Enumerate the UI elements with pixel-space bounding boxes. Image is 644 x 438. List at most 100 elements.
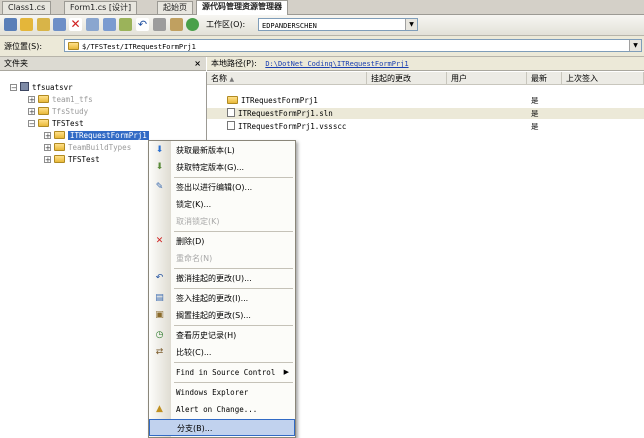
delete-tool-icon[interactable]: ✕ (69, 18, 82, 31)
expand-icon[interactable]: + (28, 96, 35, 104)
menu-item-label: 锁定(K)... (176, 200, 212, 209)
source-location-value: $/TFSTest/ITRequestFormPrj1 (82, 43, 196, 51)
get-latest-tool-icon[interactable] (53, 18, 66, 31)
alert-icon: ▲ (156, 404, 163, 414)
source-location-field[interactable]: $/TFSTest/ITRequestFormPrj1 ▼ (64, 39, 642, 52)
column-header-user[interactable]: 用户 (447, 72, 527, 85)
menu-separator (174, 288, 293, 289)
tab-label: Class1.cs (8, 3, 46, 12)
menu-item-unlock[interactable]: 取消锁定(K) (149, 213, 295, 230)
menu-item-undo-pending[interactable]: ↶ 撤消挂起的更改(U)... (149, 270, 295, 287)
menu-separator (174, 268, 293, 269)
context-menu: ⬇ 获取最新版本(L) ⬇ 获取特定版本(G)... ✎ 签出以进行编辑(O).… (148, 140, 296, 438)
delete-icon: ✕ (155, 236, 164, 246)
menu-item-label: 分支(B)... (177, 424, 213, 433)
solution-file-icon (227, 108, 235, 117)
shelve-tool-icon[interactable] (119, 18, 132, 31)
checkout-tool-icon[interactable] (86, 18, 99, 31)
menu-item-branch[interactable]: 分支(B)... (149, 419, 295, 436)
column-header-name[interactable]: 名称 ▲ (207, 72, 367, 85)
submenu-arrow-icon: ▶ (283, 368, 289, 376)
menu-item-label: Windows Explorer (176, 388, 249, 397)
server-icon (20, 82, 29, 91)
file-name: ITRequestFormPrj1 (241, 96, 318, 105)
column-header-latest[interactable]: 最新 (527, 72, 562, 85)
menu-item-label: Alert on Change... (176, 405, 258, 414)
tree-node-server[interactable]: tfsuatsvr (20, 82, 73, 93)
menu-item-checkin-pending[interactable]: ▤ 签入挂起的更改(I)... (149, 290, 295, 307)
expand-icon[interactable]: + (44, 156, 51, 164)
column-label: 名称 (211, 74, 227, 83)
get-specific-icon: ⬇ (155, 162, 164, 172)
history-tool-icon[interactable] (153, 18, 166, 31)
tree-node-label: TeamBuildTypes (68, 143, 132, 152)
column-header-last-checkin[interactable]: 上次签入 (562, 72, 644, 85)
compare-tool-icon[interactable] (170, 18, 183, 31)
file-name-cell: ITRequestFormPrj1.sln (227, 108, 333, 119)
tree-node-tfstest[interactable]: TFSTest (38, 118, 84, 129)
checkin-tool-icon[interactable] (103, 18, 116, 31)
menu-item-label: 搁置挂起的更改(S)... (176, 311, 251, 320)
menu-item-checkout[interactable]: ✎ 签出以进行编辑(O)... (149, 179, 295, 196)
sort-ascending-icon: ▲ (229, 76, 235, 83)
menu-item-shelve-pending[interactable]: ▣ 搁置挂起的更改(S)... (149, 307, 295, 324)
menu-item-delete[interactable]: ✕ 删除(D) (149, 233, 295, 250)
document-tab-strip: Class1.cs Form1.cs [设计] 起始页 源代码管理资源管理器 (0, 0, 644, 15)
undo-tool-icon[interactable]: ↶ (136, 18, 149, 31)
checkin-icon: ▤ (155, 293, 164, 303)
tab-form1-design[interactable]: Form1.cs [设计] (64, 1, 138, 14)
expand-icon[interactable]: + (44, 132, 51, 140)
menu-item-alert-on-change[interactable]: ▲ Alert on Change... (149, 401, 295, 418)
menu-item-view-history[interactable]: ◷ 查看历史记录(H) (149, 327, 295, 344)
menu-item-lock[interactable]: 锁定(K)... (149, 196, 295, 213)
column-header-pending-change[interactable]: 挂起的更改 (367, 72, 447, 85)
menu-item-compare[interactable]: ⇄ 比较(C)... (149, 344, 295, 361)
workspace-label: 工作区(O): (206, 20, 246, 29)
new-folder-icon[interactable] (20, 18, 33, 31)
table-row[interactable]: ITRequestFormPrj1.sln 是 (207, 108, 644, 119)
menu-item-get-specific-version[interactable]: ⬇ 获取特定版本(G)... (149, 159, 295, 176)
source-location-bar: 源位置(S): $/TFSTest/ITRequestFormPrj1 ▼ (0, 36, 644, 57)
collapse-icon[interactable]: − (28, 120, 35, 128)
tree-node-team1-tfs[interactable]: team1_tfs (38, 94, 93, 105)
menu-separator (174, 382, 293, 383)
column-label: 用户 (451, 74, 467, 83)
menu-item-label: 撤消挂起的更改(U)... (176, 274, 252, 283)
tab-label: 源代码管理资源管理器 (202, 2, 282, 11)
menu-item-get-latest[interactable]: ⬇ 获取最新版本(L) (149, 142, 295, 159)
back-icon[interactable] (4, 18, 17, 31)
folder-icon (54, 131, 65, 139)
local-path-header: 本地路径(P): D:\DotNet Coding\ITRequestFormP… (207, 57, 644, 71)
latest-cell: 是 (531, 109, 539, 118)
tab-source-control-explorer[interactable]: 源代码管理资源管理器 (196, 0, 288, 15)
folder-icon (227, 96, 238, 104)
refresh-icon[interactable] (186, 18, 199, 31)
menu-separator (174, 362, 293, 363)
menu-item-windows-explorer[interactable]: Windows Explorer (149, 384, 295, 401)
tree-node-label: ITRequestFormPrj1 (68, 131, 149, 140)
expand-icon[interactable]: + (28, 108, 35, 116)
table-row[interactable]: ITRequestFormPrj1.vssscc 是 (207, 121, 644, 132)
tree-node-tfstest-child[interactable]: TFSTest (54, 154, 100, 165)
tree-node-teambuildtypes[interactable]: TeamBuildTypes (54, 142, 131, 153)
menu-item-rename[interactable]: 重命名(N) (149, 250, 295, 267)
tree-node-tfsstudy[interactable]: TfsStudy (38, 106, 88, 117)
local-path-link[interactable]: D:\DotNet Coding\ITRequestFormPrj1 (265, 60, 408, 68)
tree-node-itrequestformprj1[interactable]: ITRequestFormPrj1 (54, 130, 149, 141)
expand-icon[interactable]: + (44, 144, 51, 152)
toolbar: ✕ ↶ 工作区(O): EDPANDERSCHEN ▼ (0, 15, 644, 36)
tab-class1[interactable]: Class1.cs (2, 1, 52, 14)
table-row[interactable]: ITRequestFormPrj1 是 (207, 95, 644, 106)
menu-item-label: 签出以进行编辑(O)... (176, 183, 253, 192)
history-icon: ◷ (155, 330, 164, 340)
menu-item-find-in-source-control[interactable]: Find in Source Control ▶ (149, 364, 295, 381)
workspace-dropdown[interactable]: EDPANDERSCHEN ▼ (258, 18, 418, 31)
add-files-icon[interactable] (37, 18, 50, 31)
tab-start-page[interactable]: 起始页 (157, 1, 193, 14)
collapse-icon[interactable]: − (10, 84, 17, 92)
menu-item-label: 查看历史记录(H) (176, 331, 237, 340)
tree-node-label: TFSTest (68, 155, 100, 164)
close-icon[interactable]: × (194, 57, 201, 71)
folders-pane-header: 文件夹 × (0, 57, 206, 71)
menu-item-label: 签入挂起的更改(I)... (176, 294, 249, 303)
